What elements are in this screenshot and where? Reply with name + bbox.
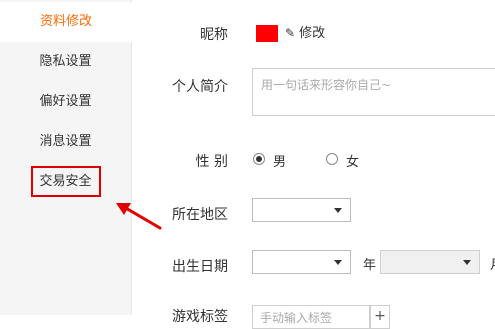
intro-label: 个人简介 <box>172 79 228 95</box>
edit-nickname-button[interactable]: ✎ 修改 <box>285 22 325 41</box>
sidebar-item-profile-edit[interactable]: 资料修改 <box>0 2 132 42</box>
intro-textarea[interactable] <box>252 68 495 116</box>
gender-label: 性 别 <box>195 154 228 170</box>
pencil-icon: ✎ <box>285 26 296 40</box>
birth-year-select[interactable] <box>252 250 351 274</box>
birth-month-select[interactable] <box>380 250 480 274</box>
sidebar-item-label: 偏好设置 <box>39 94 92 109</box>
chevron-down-icon <box>334 208 342 213</box>
add-tag-button[interactable]: + <box>370 305 390 329</box>
sidebar-item-label: 消息设置 <box>39 134 92 149</box>
tags-label: 游戏标签 <box>172 309 228 325</box>
nickname-redacted <box>256 25 278 42</box>
sidebar-item-privacy[interactable]: 隐私设置 <box>0 42 131 82</box>
sidebar: 资料修改 隐私设置 偏好设置 消息设置 交易安全 <box>0 0 132 315</box>
year-unit: 年 <box>363 258 377 273</box>
gender-female-label: 女 <box>346 155 360 170</box>
gender-male-radio[interactable] <box>253 153 265 165</box>
chevron-down-icon <box>463 260 471 265</box>
edit-label: 修改 <box>299 26 326 41</box>
month-unit: 月 <box>490 254 495 273</box>
gender-female-radio[interactable] <box>326 153 338 165</box>
highlight-box <box>31 166 101 197</box>
sidebar-item-messages[interactable]: 消息设置 <box>0 122 131 162</box>
sidebar-item-preferences[interactable]: 偏好设置 <box>0 82 131 122</box>
location-select[interactable] <box>252 198 351 222</box>
chevron-down-icon <box>334 260 342 265</box>
tags-input[interactable]: 手动输入标签 <box>252 305 370 329</box>
birthday-label: 出生日期 <box>172 259 228 275</box>
sidebar-item-label: 隐私设置 <box>39 54 92 69</box>
gender-male-label: 男 <box>273 155 287 170</box>
nickname-label: 昵称 <box>200 27 228 43</box>
sidebar-item-label: 资料修改 <box>39 14 92 29</box>
location-label: 所在地区 <box>172 207 228 223</box>
